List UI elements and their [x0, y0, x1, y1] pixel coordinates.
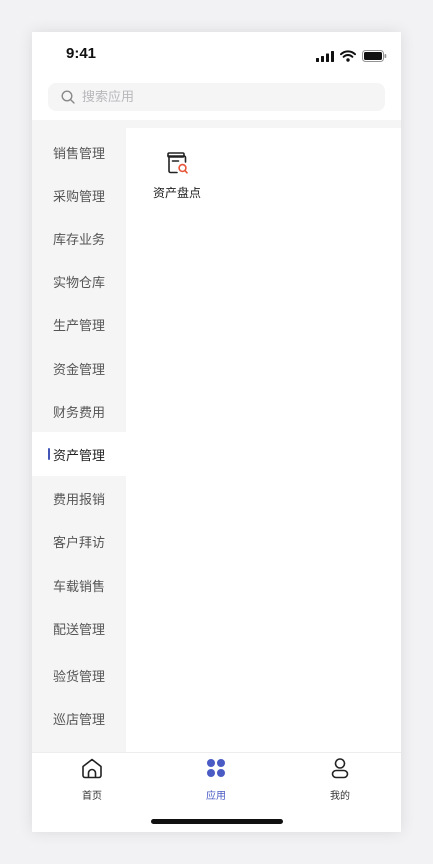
sidebar-item[interactable]: 财务费用 [32, 389, 126, 433]
sidebar-item-label: 客户拜访 [52, 535, 105, 551]
sidebar-item-label: 销售管理 [52, 146, 105, 162]
phone-screen: 9:41 搜索应用 销售管理 采购管理 库存业务 实物仓库 生产管理 资金管理 … [32, 32, 401, 832]
search-input[interactable] [82, 89, 342, 105]
battery-icon [362, 47, 387, 66]
sidebar-item[interactable]: 生产管理 [32, 302, 126, 346]
search-bar [32, 76, 401, 122]
search-icon [60, 89, 76, 105]
sidebar-item-label: 车载销售 [52, 579, 105, 595]
app-grid: 资产盘点 [126, 128, 401, 752]
apps-grid-icon [204, 757, 228, 783]
sidebar-item-label: 资产管理 [52, 448, 105, 464]
sidebar-item[interactable]: 实物仓库 [32, 259, 126, 303]
signal-icon [316, 47, 334, 66]
sidebar-item[interactable]: 车载销售 [32, 563, 126, 607]
sidebar-item-label: 生产管理 [52, 318, 105, 334]
app-asset-inventory[interactable]: 资产盘点 [146, 150, 208, 210]
sidebar-item[interactable]: 配送管理 [32, 606, 126, 650]
tab-bar: 首页 应用 我的 [32, 752, 401, 803]
sidebar-item[interactable]: 销售管理 [32, 130, 126, 174]
sidebar-item[interactable]: 采购管理 [32, 173, 126, 217]
tab-label: 我的 [330, 791, 350, 802]
tab-label: 应用 [206, 791, 226, 802]
status-bar: 9:41 [32, 32, 401, 76]
sidebar-item-label: 配送管理 [52, 622, 105, 638]
category-sidebar: 销售管理采购管理库存业务实物仓库生产管理资金管理财务费用资产管理费用报销客户拜访… [32, 128, 126, 752]
sidebar-item[interactable]: 资产管理 [32, 432, 126, 476]
sidebar-item-label: 巡店管理 [52, 712, 105, 728]
app-label: 资产盘点 [152, 186, 201, 200]
status-time: 9:41 [66, 45, 97, 62]
sidebar-item[interactable]: 验货管理 [32, 653, 126, 697]
tab-mine[interactable]: 我的 [300, 757, 380, 802]
sidebar-item-label: 库存业务 [52, 232, 105, 248]
user-icon [328, 757, 352, 783]
tab-label: 首页 [82, 791, 102, 802]
sidebar-item-label: 实物仓库 [52, 275, 105, 291]
sidebar-item-label: 资金管理 [52, 362, 105, 378]
search-box[interactable] [48, 83, 385, 111]
active-indicator [48, 448, 50, 460]
sidebar-item[interactable]: 资金管理 [32, 346, 126, 390]
sidebar-item[interactable]: 费用报销 [32, 476, 126, 520]
sidebar-item[interactable]: 巡店管理 [32, 696, 126, 740]
home-icon [80, 757, 104, 783]
status-icons [316, 47, 387, 66]
asset-inventory-icon [164, 150, 190, 176]
sidebar-item[interactable]: 客户拜访 [32, 519, 126, 563]
tab-home[interactable]: 首页 [52, 757, 132, 802]
sidebar-item-label: 财务费用 [52, 405, 105, 421]
sidebar-item-label: 采购管理 [52, 189, 105, 205]
sidebar-item-label: 费用报销 [52, 492, 105, 508]
tab-apps[interactable]: 应用 [176, 757, 256, 802]
wifi-icon [340, 47, 356, 66]
sidebar-item-label: 验货管理 [52, 669, 105, 685]
section-divider [32, 120, 401, 128]
sidebar-item[interactable]: 库存业务 [32, 216, 126, 260]
home-indicator [151, 819, 283, 824]
